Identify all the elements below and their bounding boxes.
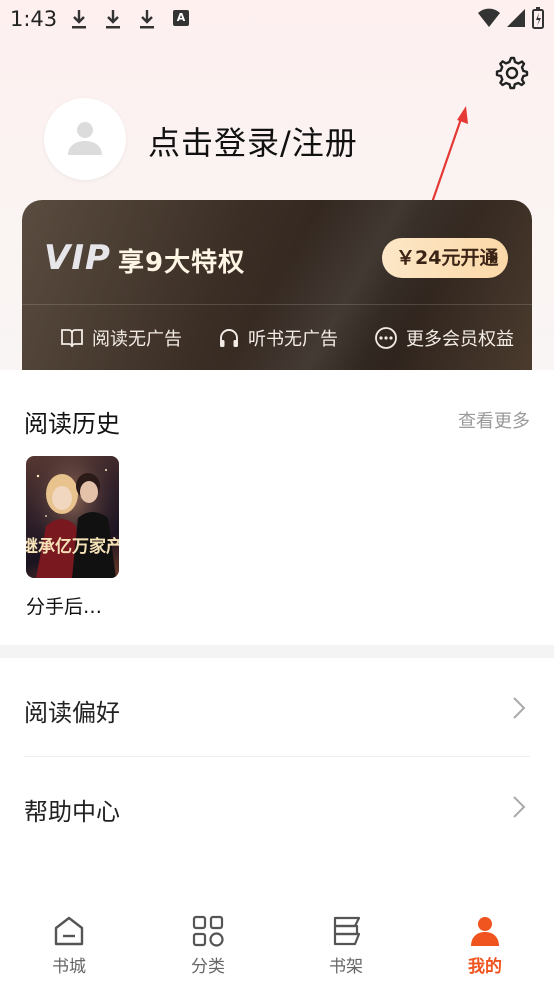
- vip-title: 享9大特权: [118, 248, 246, 278]
- vip-benefit-no-ads-reading[interactable]: 阅读无广告: [60, 326, 182, 350]
- vip-benefit-label: 听书无广告: [248, 329, 338, 350]
- tab-bookstore[interactable]: 书城: [29, 914, 109, 984]
- book-cover-art: 继承亿万家产: [26, 456, 119, 578]
- battery-icon: [532, 7, 544, 29]
- book-icon: [61, 329, 83, 348]
- section-separator: [0, 645, 554, 658]
- view-more-link[interactable]: 查看更多: [458, 407, 530, 433]
- download-icon: [72, 10, 86, 29]
- divider: [22, 304, 532, 305]
- download-icon: [106, 10, 120, 29]
- bottom-tab-bar: 书城 分类 书架 我的: [0, 900, 554, 984]
- tab-label: 分类: [191, 957, 225, 977]
- reading-history-title: 阅读历史: [24, 410, 120, 438]
- vip-benefit-more[interactable]: 更多会员权益: [374, 326, 514, 350]
- home-icon: [54, 916, 84, 946]
- vip-activate-label: ￥24元开通: [396, 247, 499, 269]
- menu-item-help-center[interactable]: 帮助中心: [0, 757, 554, 855]
- tab-label: 书城: [52, 957, 86, 977]
- wifi-icon: [478, 8, 500, 27]
- status-right-icons: [478, 7, 544, 29]
- download-icon: [140, 10, 154, 29]
- tab-label: 书架: [329, 957, 363, 977]
- book-title[interactable]: 分手后…: [26, 592, 102, 619]
- avatar[interactable]: [44, 98, 126, 180]
- status-bar: 1:43 A: [0, 0, 554, 38]
- vip-logo: VIP: [44, 238, 111, 278]
- vip-benefit-label: 更多会员权益: [406, 329, 514, 350]
- tab-label: 我的: [468, 957, 502, 977]
- status-time: 1:43: [10, 7, 58, 31]
- tab-bookshelf[interactable]: 书架: [306, 914, 386, 984]
- bookshelf-icon: [333, 916, 361, 946]
- menu-item-label: 阅读偏好: [24, 699, 120, 727]
- book-cover-text: 继承亿万家产: [26, 536, 119, 557]
- vip-benefit-label: 阅读无广告: [92, 329, 182, 350]
- login-register-link[interactable]: 点击登录/注册: [148, 118, 358, 164]
- menu-item-reading-preference[interactable]: 阅读偏好: [0, 658, 554, 756]
- headphones-icon: [220, 329, 238, 347]
- menu-item-label: 帮助中心: [24, 798, 120, 826]
- a-icon: A: [173, 10, 189, 26]
- category-icon: [192, 915, 224, 947]
- signal-icon: [507, 9, 525, 27]
- chevron-right-icon: [513, 697, 526, 719]
- tab-profile[interactable]: 我的: [445, 914, 525, 984]
- gear-icon[interactable]: [493, 54, 529, 90]
- vip-activate-button[interactable]: ￥24元开通: [382, 238, 508, 278]
- user-icon: [68, 122, 102, 155]
- play-arrow-icon: [490, 252, 498, 264]
- profile-icon: [471, 917, 499, 946]
- vip-card[interactable]: VIP 享9大特权 ￥24元开通 阅读无广告 听书无广告 更多会员权益: [22, 200, 532, 372]
- tab-category[interactable]: 分类: [168, 914, 248, 984]
- more-icon: [375, 327, 397, 349]
- book-cover[interactable]: 继承亿万家产: [26, 456, 119, 578]
- chevron-right-icon: [513, 796, 526, 818]
- vip-benefit-no-ads-audio[interactable]: 听书无广告: [218, 326, 338, 350]
